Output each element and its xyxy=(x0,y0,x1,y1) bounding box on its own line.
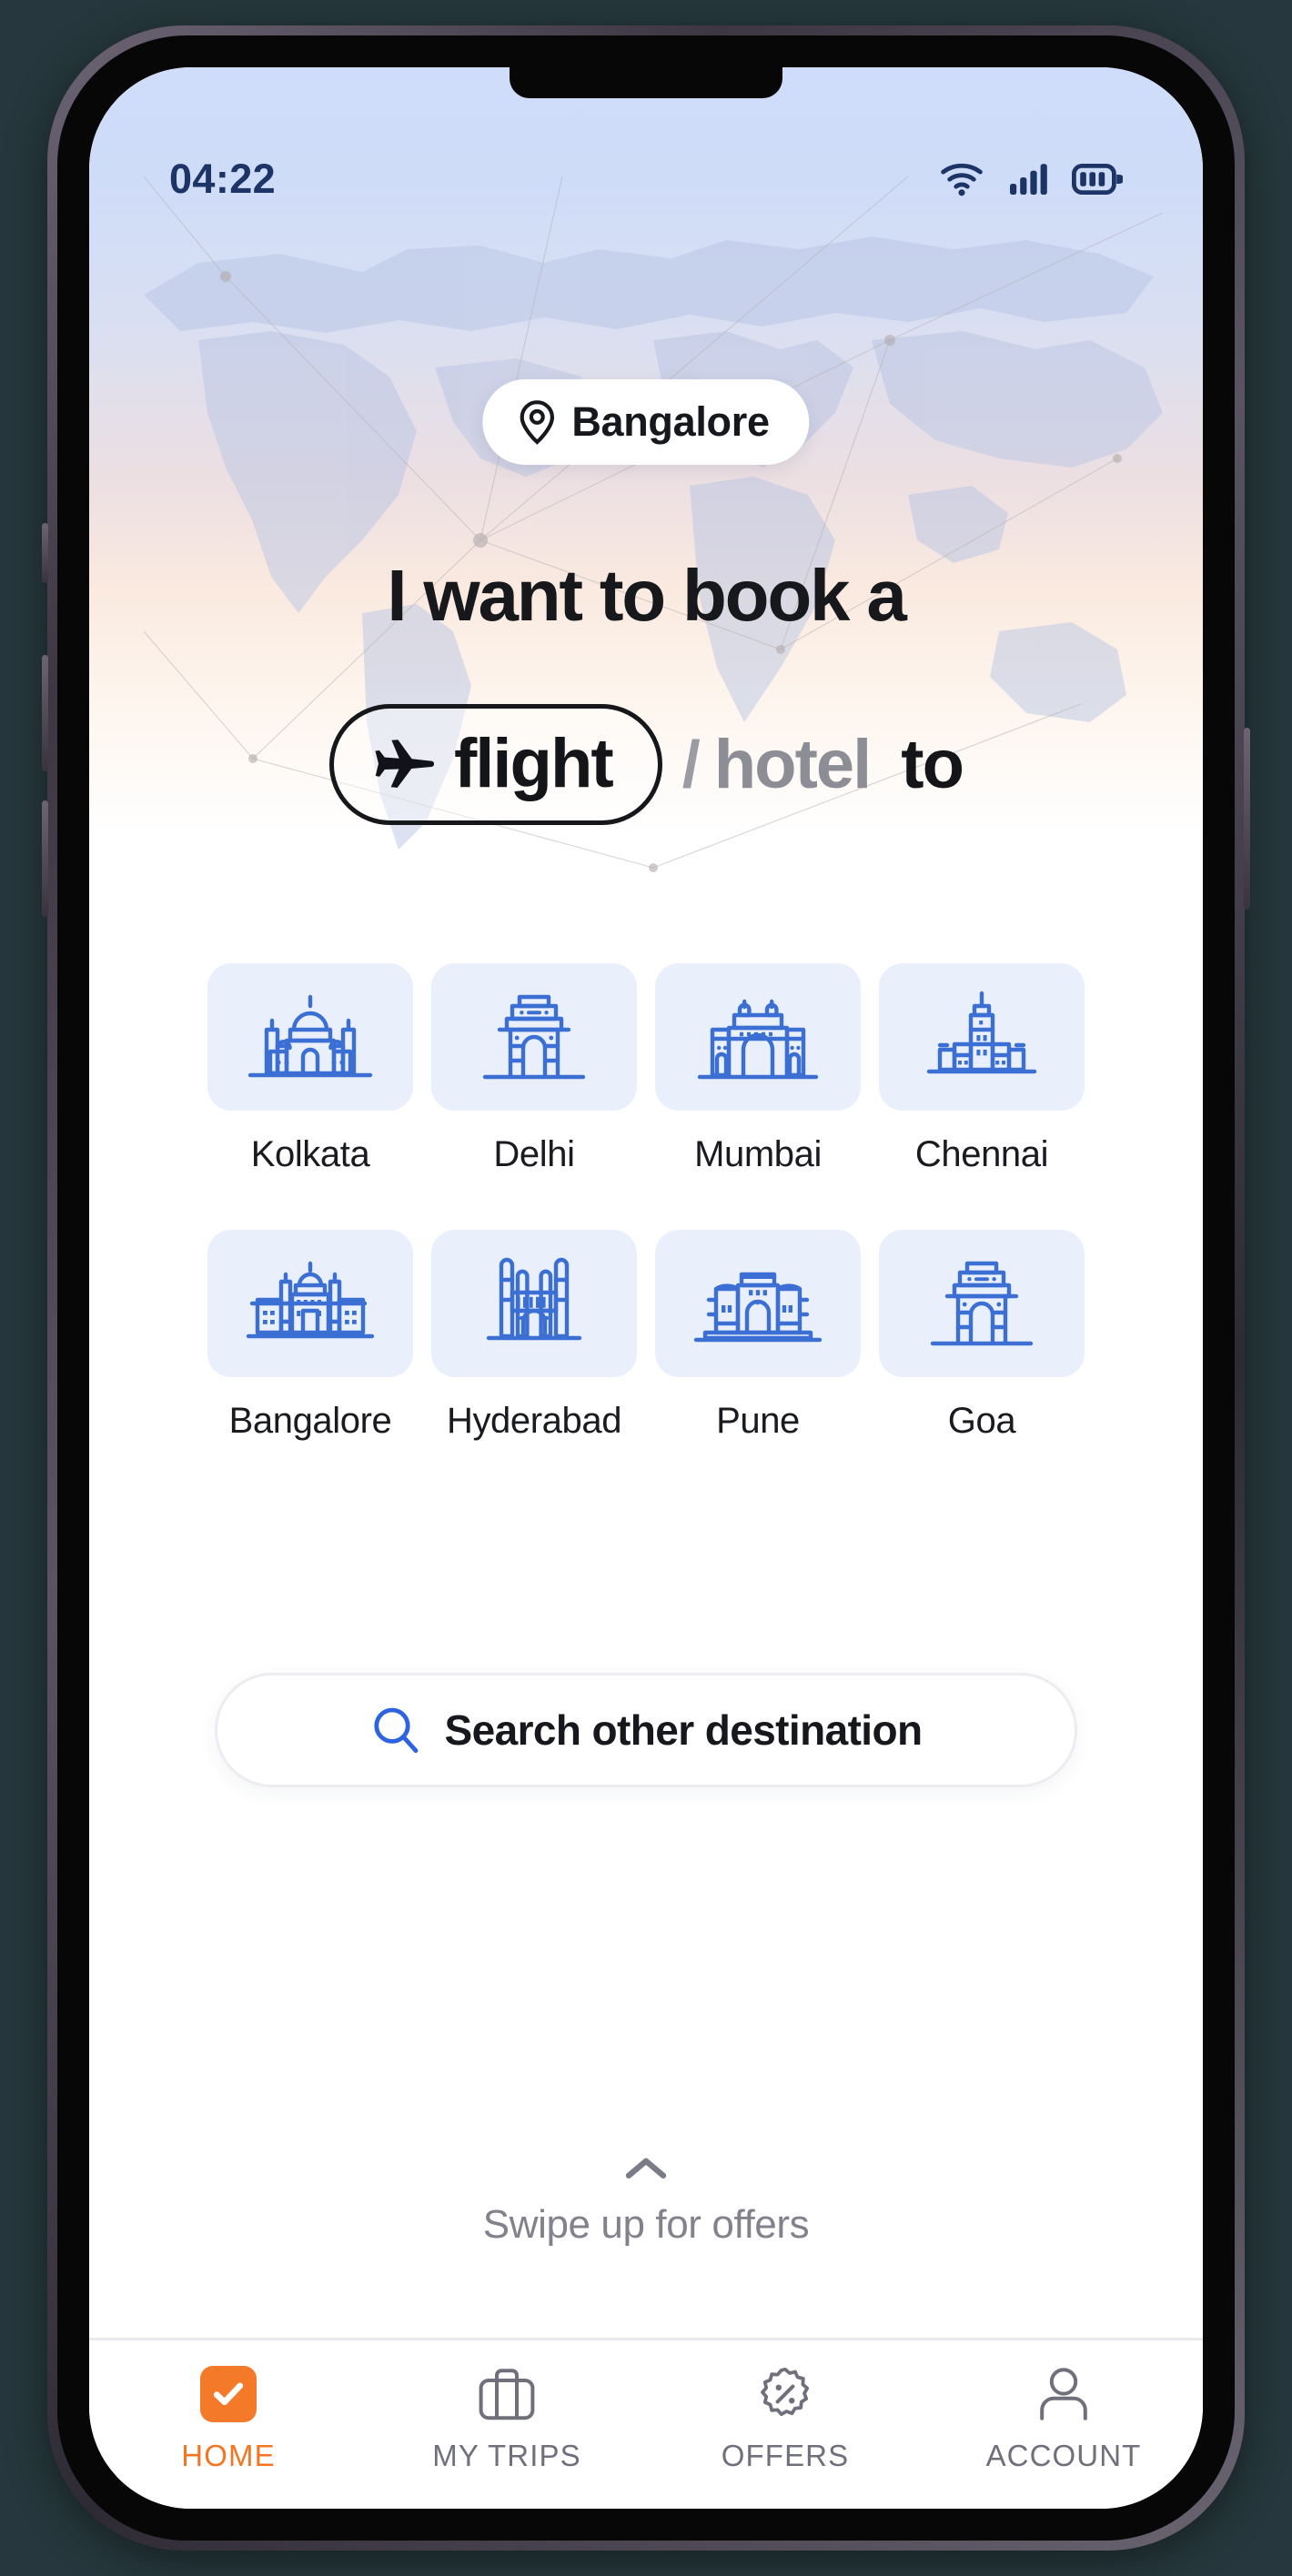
notch xyxy=(510,67,782,98)
tab-account[interactable]: ACCOUNT xyxy=(924,2364,1203,2473)
city-name: Kolkata xyxy=(250,1134,370,1174)
screenshot-stage: 04:22 Bangalore I want to book a flight … xyxy=(0,0,1292,2576)
tab-icon-slot xyxy=(1037,2364,1090,2424)
wifi-icon xyxy=(941,163,983,196)
city-tile-bg xyxy=(431,963,637,1111)
mute-switch-button[interactable] xyxy=(42,523,48,583)
volume-down-button[interactable] xyxy=(42,800,48,917)
city-name: Delhi xyxy=(493,1134,575,1174)
map-pin-icon xyxy=(520,400,555,445)
chevron-up-icon xyxy=(625,2158,667,2179)
search-other-destination-field[interactable]: Search other destination xyxy=(215,1673,1077,1787)
discount-badge-icon xyxy=(761,2367,810,2417)
location-chip-label: Bangalore xyxy=(571,398,770,445)
city-tile-delhi[interactable]: Delhi xyxy=(422,963,646,1175)
flight-option-label: flight xyxy=(454,725,614,802)
chennai-clock-tower-icon xyxy=(926,991,1037,1074)
search-placeholder: Search other destination xyxy=(444,1706,924,1754)
city-tile-mumbai[interactable]: Mumbai xyxy=(646,963,870,1175)
city-tile-bg xyxy=(879,1230,1085,1377)
swipe-up-for-offers[interactable]: Swipe up for offers xyxy=(89,2155,1203,2248)
city-tile-bangalore[interactable]: Bangalore xyxy=(198,1230,422,1442)
status-bar-clock: 04:22 xyxy=(169,156,277,202)
city-tile-bg xyxy=(655,1230,861,1377)
city-name: Chennai xyxy=(914,1134,1049,1174)
person-icon xyxy=(1040,2368,1087,2420)
tab-label: ACCOUNT xyxy=(985,2439,1142,2472)
check-glyph xyxy=(213,2382,244,2406)
victoria-memorial-icon xyxy=(247,994,373,1078)
city-tile-hyderabad[interactable]: Hyderabad xyxy=(422,1230,646,1442)
hotel-option-label[interactable]: hotel xyxy=(714,725,873,804)
city-tile-bg xyxy=(655,963,861,1111)
city-tile-chennai[interactable]: Chennai xyxy=(870,963,1094,1175)
city-name: Goa xyxy=(947,1401,1016,1441)
tab-label: MY TRIPS xyxy=(432,2439,581,2472)
india-gate-icon xyxy=(482,994,586,1080)
vidhana-soudha-icon xyxy=(246,1261,375,1339)
city-name: Hyderabad xyxy=(446,1401,622,1441)
city-tile-pune[interactable]: Pune xyxy=(646,1230,870,1442)
city-tile-bg xyxy=(207,1230,413,1377)
search-icon xyxy=(373,1707,418,1753)
gateway-of-india-icon xyxy=(697,999,819,1080)
city-tile-bg xyxy=(431,1230,637,1377)
location-chip[interactable]: Bangalore xyxy=(482,379,810,465)
tab-icon-slot xyxy=(479,2364,535,2424)
charminar-icon xyxy=(486,1257,582,1341)
tab-label: OFFERS xyxy=(721,2439,850,2472)
flight-option-pill[interactable]: flight xyxy=(329,704,662,825)
popular-destinations-grid: Kolkata Delhi Mumbai Chennai Bangalore H… xyxy=(89,963,1203,1442)
tab-my-trips[interactable]: MY TRIPS xyxy=(368,2364,646,2473)
city-name: Pune xyxy=(716,1401,800,1441)
page-title: I want to book a xyxy=(387,555,906,636)
tab-icon-slot xyxy=(758,2364,813,2424)
volume-up-button[interactable] xyxy=(42,655,48,771)
swipe-up-label: Swipe up for offers xyxy=(482,2202,810,2247)
city-name: Mumbai xyxy=(694,1134,822,1174)
airplane-icon xyxy=(375,739,434,788)
bottom-tab-bar: HOME MY TRIPS OFFERS ACCOUNT xyxy=(89,2338,1203,2509)
suitcase-icon xyxy=(479,2369,535,2420)
city-name: Bangalore xyxy=(228,1401,392,1441)
battery-icon xyxy=(1072,164,1123,195)
option-separator: / xyxy=(681,728,701,801)
goa-arch-icon xyxy=(930,1261,1034,1346)
cellular-signal-icon xyxy=(1010,164,1047,195)
check-square-icon xyxy=(200,2366,257,2422)
tab-offers[interactable]: OFFERS xyxy=(646,2364,924,2473)
status-bar-icons xyxy=(939,162,1123,196)
city-tile-goa[interactable]: Goa xyxy=(870,1230,1094,1442)
aga-khan-palace-icon xyxy=(693,1272,823,1343)
city-tile-bg xyxy=(879,963,1085,1111)
booking-type-selector: flight / hotel to xyxy=(89,704,1203,825)
status-bar: 04:22 xyxy=(89,147,1203,211)
city-tile-kolkata[interactable]: Kolkata xyxy=(198,963,422,1175)
tab-label: HOME xyxy=(181,2439,276,2472)
power-button[interactable] xyxy=(1244,728,1250,910)
tab-home[interactable]: HOME xyxy=(89,2364,368,2473)
tab-icon-slot xyxy=(200,2364,257,2424)
phone-screen: 04:22 Bangalore I want to book a flight … xyxy=(89,67,1203,2509)
headline-trailing-word: to xyxy=(901,726,964,803)
city-tile-bg xyxy=(207,963,413,1111)
